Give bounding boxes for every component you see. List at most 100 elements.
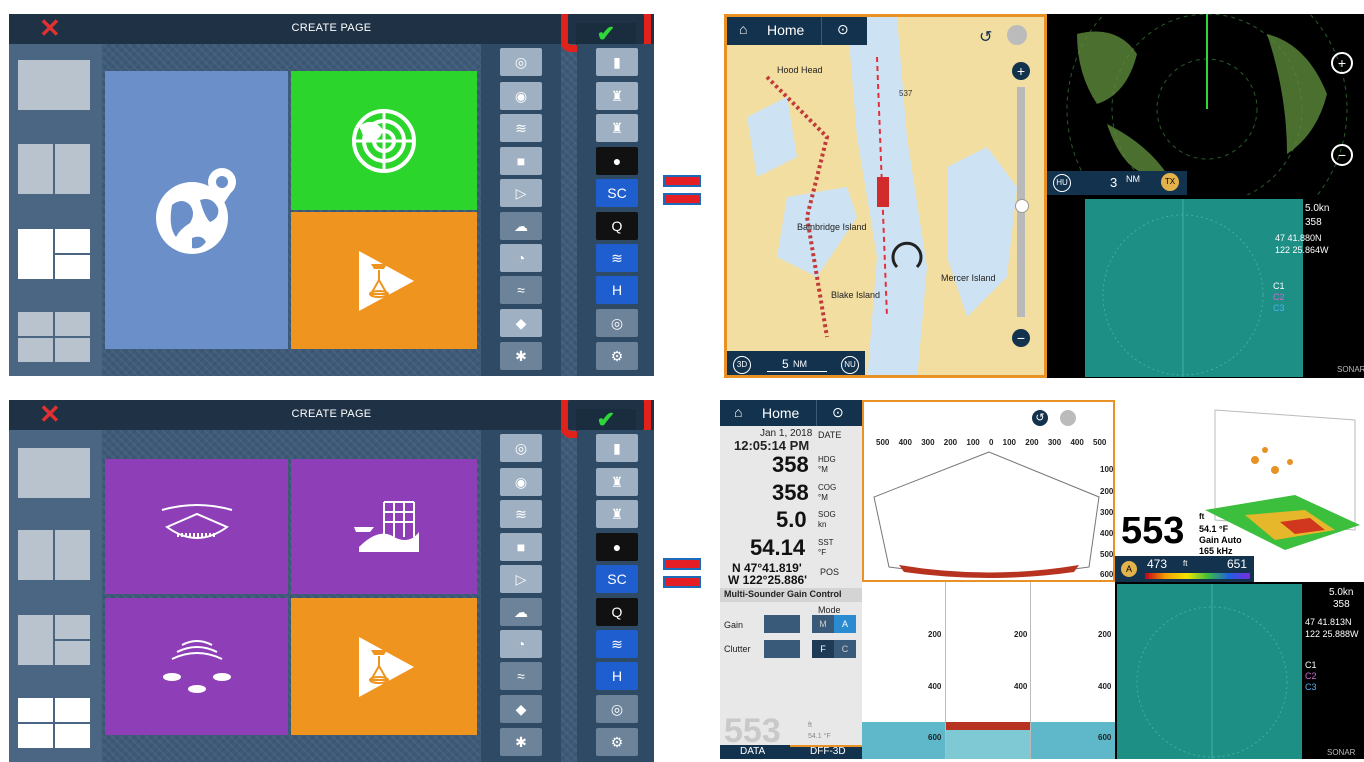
disabled-app-icon[interactable]: ◎	[596, 309, 638, 337]
zoom-slider-thumb[interactable]	[1015, 199, 1029, 213]
3d-sonar-function-icon[interactable]: ◆	[500, 309, 542, 337]
home-icon[interactable]: ⌂	[739, 21, 747, 37]
radar-function-icon[interactable]: ◉	[500, 468, 542, 496]
sc-app-icon[interactable]: SC	[596, 565, 638, 593]
outboard-app-icon[interactable]: ♜	[596, 82, 638, 110]
tab-dff-3d[interactable]: DFF-3D	[810, 746, 846, 757]
home-label[interactable]: Home	[767, 22, 804, 38]
zoom-in-icon[interactable]: +	[1012, 62, 1030, 80]
instrument-function-icon[interactable]: ◔	[500, 630, 542, 658]
echo-band	[946, 730, 1030, 759]
3d-sonar-function-icon[interactable]: ◆	[500, 695, 542, 723]
radar-mode-button[interactable]: HU	[1053, 174, 1071, 192]
outboard2-app-icon[interactable]: ♜	[596, 500, 638, 528]
sonar-fish-tile[interactable]	[105, 598, 288, 735]
transmit-button[interactable]: TX	[1161, 173, 1179, 191]
view-3d-button[interactable]: 3D	[733, 356, 751, 374]
waypoint-pin-icon[interactable]: ⊙	[832, 404, 844, 421]
redo-icon[interactable]	[1007, 25, 1027, 45]
fusion-app-icon[interactable]: ≋	[596, 630, 638, 658]
confirm-check-icon[interactable]: ✔	[576, 409, 636, 431]
3d-mode-button[interactable]: A	[1121, 561, 1137, 577]
camera-function-icon[interactable]: ■	[500, 533, 542, 561]
cog-unit: °M	[818, 493, 828, 502]
layout-split-button[interactable]	[18, 530, 90, 580]
radar-zoom-in-icon[interactable]: +	[1331, 52, 1353, 74]
instrument-function-icon[interactable]: ◔	[500, 244, 542, 272]
home-label[interactable]: Home	[762, 405, 799, 421]
multibeam-sounder-view[interactable]: ↺ 500 400 300 200 100 0 100 200 300 400 …	[862, 400, 1115, 582]
multibeam-function-icon[interactable]: ✱	[500, 342, 542, 370]
layout-split-button[interactable]	[18, 144, 90, 194]
layout-three-button[interactable]	[18, 229, 90, 279]
north-up-button[interactable]: NU	[841, 356, 859, 374]
clutter-value-field[interactable]	[764, 640, 800, 658]
mode-label: Mode	[818, 605, 841, 615]
engine-app-icon[interactable]: ▮	[596, 48, 638, 76]
undo-icon[interactable]: ↺	[979, 27, 997, 46]
3d-sounder-tile[interactable]	[291, 459, 477, 594]
sonar-function-icon[interactable]: ≋	[500, 500, 542, 528]
radar-function-icon[interactable]: ◉	[500, 82, 542, 110]
chart-tile[interactable]	[105, 71, 288, 349]
fishfinder-function-icon[interactable]: ▷	[500, 565, 542, 593]
sonar-function-icon[interactable]: ≋	[500, 114, 542, 142]
equals-bar	[663, 558, 701, 570]
layout-full-button[interactable]	[18, 60, 90, 110]
layout-three-button[interactable]	[18, 615, 90, 665]
camera-function-icon[interactable]: ■	[500, 147, 542, 175]
sst-value: 54.14	[750, 535, 806, 560]
satellite-app-icon[interactable]: ●	[596, 147, 638, 175]
sonar-view[interactable]: 5.0kn 358 47 41.813N 122 25.888W C1 C2 C…	[1115, 582, 1364, 759]
layout-quad-button[interactable]	[18, 698, 90, 748]
split-sounder-view[interactable]: 200 400 600 200 400 200 400 600	[862, 582, 1115, 759]
radar-view[interactable]: + − HU 3 NM TX	[1047, 14, 1364, 195]
settings-gear-icon[interactable]: ⚙	[596, 342, 638, 370]
gain-value-field[interactable]	[764, 615, 800, 633]
settings-gear-icon[interactable]: ⚙	[596, 728, 638, 756]
qnn-app-icon[interactable]: Q	[596, 598, 638, 626]
gain-auto-button[interactable]: A	[834, 615, 856, 633]
home-icon[interactable]: ⌂	[734, 404, 742, 420]
clutter-c-button[interactable]: C	[834, 640, 856, 658]
fishfinder-tile[interactable]	[291, 598, 477, 735]
multibeam-function-icon[interactable]: ✱	[500, 728, 542, 756]
sonar-view[interactable]: 5.0kn 358 47 41.880N 122 25.864W C1 C2 C…	[1047, 195, 1364, 378]
home-bar: ⌂ Home ⊙	[727, 17, 867, 45]
satellite-app-icon[interactable]: ●	[596, 533, 638, 561]
waypoint-pin-icon[interactable]: ⊙	[837, 21, 849, 38]
radar-tile[interactable]	[291, 71, 477, 210]
sc-app-icon[interactable]: SC	[596, 179, 638, 207]
layout-full-button[interactable]	[18, 448, 90, 498]
weather-function-icon[interactable]: ☁	[500, 598, 542, 626]
radar-zoom-out-icon[interactable]: −	[1331, 144, 1353, 166]
chart-function-icon[interactable]: ◎	[500, 48, 542, 76]
outboard2-app-icon[interactable]: ♜	[596, 114, 638, 142]
fishfinder-function-icon[interactable]: ▷	[500, 179, 542, 207]
tab-data[interactable]: DATA	[740, 746, 765, 757]
sog-value: 5.0	[776, 507, 807, 532]
qnn-app-icon[interactable]: Q	[596, 212, 638, 240]
fishfinder-tile[interactable]	[291, 212, 477, 349]
clutter-f-button[interactable]: F	[812, 640, 834, 658]
chart-function-icon[interactable]: ◎	[500, 434, 542, 462]
fusion-app-icon[interactable]: ≋	[596, 244, 638, 272]
dff-function-icon[interactable]: ≈	[500, 662, 542, 690]
dff-function-icon[interactable]: ≈	[500, 276, 542, 304]
multibeam-tile[interactable]	[105, 459, 288, 594]
layout-quad-button[interactable]	[18, 312, 90, 362]
weather-function-icon[interactable]: ☁	[500, 212, 542, 240]
cog-label: COG	[818, 483, 837, 492]
chart-view[interactable]: ⌂ Home ⊙ Hood Head Bainbridge Island Bla…	[724, 14, 1047, 378]
engine-app-icon[interactable]: ▮	[596, 434, 638, 462]
h-app-icon[interactable]: H	[596, 276, 638, 304]
zoom-out-icon[interactable]: −	[1012, 329, 1030, 347]
3d-sounder-view[interactable]: 553 ft 54.1 °F Gain Auto 165 kHz A 473 f…	[1115, 400, 1364, 582]
outboard-app-icon[interactable]: ♜	[596, 468, 638, 496]
confirm-check-icon[interactable]: ✔	[576, 23, 636, 45]
globe-pin-icon	[155, 168, 236, 254]
disabled-app-icon[interactable]: ◎	[596, 695, 638, 723]
gain-manual-button[interactable]: M	[812, 615, 834, 633]
h-app-icon[interactable]: H	[596, 662, 638, 690]
3d-color-scale	[1145, 573, 1250, 579]
